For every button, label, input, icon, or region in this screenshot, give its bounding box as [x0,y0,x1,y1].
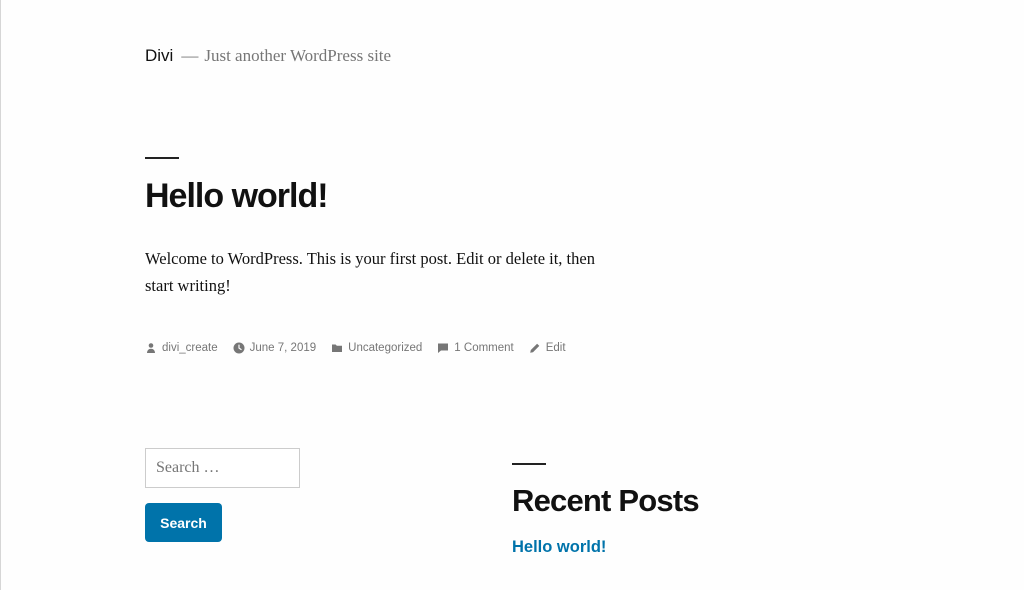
post-category: Uncategorized [348,342,423,354]
post-date: June 7, 2019 [249,342,317,354]
clock-icon [233,342,245,354]
post-edit-link[interactable]: Edit [529,342,566,354]
site-tagline: Just another WordPress site [204,46,392,65]
page: Divi — Just another WordPress site Hello… [0,0,1024,590]
folder-icon [331,342,343,354]
search-input[interactable] [145,448,300,488]
comment-icon [437,342,449,354]
pencil-icon [529,342,541,354]
post-comments: 1 Comment [454,342,514,354]
recent-post-link[interactable]: Hello world! [512,536,606,558]
post-title: Hello world! [145,177,329,215]
post-author-link[interactable]: divi_create [145,342,218,354]
post-content: Welcome to WordPress. This is your first… [145,249,595,295]
post-title-divider [145,157,179,159]
recent-posts-title: Recent Posts [512,483,700,518]
post-category-link[interactable]: Uncategorized [331,342,422,354]
post-edit: Edit [545,342,566,354]
post-date-link[interactable]: June 7, 2019 [233,342,317,354]
person-icon [145,342,157,354]
post-meta: divi_create June 7, 2019 Uncategorized 1… [145,338,581,358]
site-header: Divi — Just another WordPress site [145,44,391,68]
site-title-link[interactable]: Divi [145,46,173,66]
post-author: divi_create [162,342,218,354]
title-separator: — [181,46,199,65]
recent-posts-divider [512,463,546,465]
post-comments-link[interactable]: 1 Comment [437,342,514,354]
search-button[interactable]: Search [145,503,222,542]
